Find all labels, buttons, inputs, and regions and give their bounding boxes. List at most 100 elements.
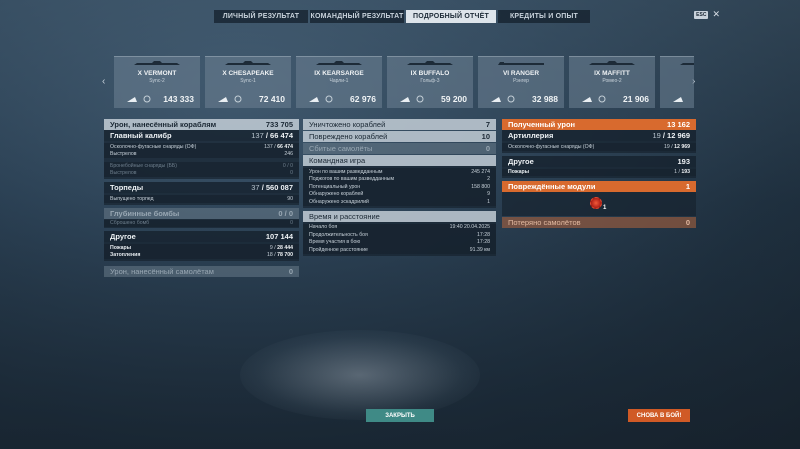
shots-label: Выстрелов xyxy=(110,151,137,158)
potential-damage-row: Потенциальный урон 158 800 xyxy=(303,183,496,191)
planes-lost-value: 0 xyxy=(685,218,690,227)
ship-name: VI RANGER xyxy=(502,70,540,77)
torpedoes-launched-value: 90 xyxy=(287,195,293,202)
ship-card[interactable]: X VERMONT Sync-2 143 333 xyxy=(114,56,200,108)
potential-damage-value: 158 800 xyxy=(471,183,490,190)
fires-label: Пожары xyxy=(110,244,132,251)
damage-to-ships-label: Урон, нанесённый кораблям xyxy=(110,120,217,129)
ap-shells-label: Бронебойные снаряды (ББ) xyxy=(110,162,177,169)
chevron-left-icon[interactable]: ‹ xyxy=(102,76,105,87)
damaged-module-gear-icon[interactable] xyxy=(590,197,602,209)
he-shells-total: 66 474 xyxy=(277,143,293,150)
destroyed-ships-carousel: X VERMONT Sync-2 143 333 X CHESAPEAKE Sy… xyxy=(114,56,694,108)
player-name: Ромео-2 xyxy=(602,78,622,84)
ship-card[interactable]: IX MAFFITT Ромео-2 21 906 xyxy=(569,56,655,108)
damage-icon xyxy=(218,97,228,102)
floods-hits: 18 xyxy=(267,252,273,259)
tab-bar: ЛИЧНЫЙ РЕЗУЛЬТАТ КОМАНДНЫЙ РЕЗУЛЬТАТ ПОД… xyxy=(214,10,590,23)
ship-name: X VERMONT xyxy=(137,70,177,77)
kill-medal-icon xyxy=(416,95,424,103)
planes-lost-label: Потеряно самолётов xyxy=(508,218,581,227)
spotting-damage-value: 245 274 xyxy=(471,168,490,175)
time-in-battle-row: Время участия в бою 17:28 xyxy=(303,238,496,246)
received-damage-panel: Полученный урон 13 162 Артиллерия 19 / 1… xyxy=(502,119,696,228)
damage-icon xyxy=(582,97,592,102)
floods-row: Затопления 18 / 78 700 xyxy=(104,251,299,259)
damage-to-planes-header: Урон, нанесённый самолётам 0 xyxy=(104,266,299,277)
close-icon[interactable]: ✕ xyxy=(712,10,720,19)
he-shells-hits: 137 xyxy=(264,143,273,150)
ship-silhouette-icon xyxy=(407,61,453,65)
received-fires-row: Пожары 1 / 193 xyxy=(502,168,696,176)
ships-spotted-value: 9 xyxy=(487,191,490,198)
tab-team-result[interactable]: КОМАНДНЫЙ РЕЗУЛЬТАТ xyxy=(310,10,404,23)
depth-charges-label: Глубинные бомбы xyxy=(110,208,180,218)
damaged-modules-header: Повреждённые модули 1 xyxy=(502,181,696,192)
torpedoes-label: Торпеды xyxy=(110,183,144,192)
ship-damage-value: 62 976 xyxy=(350,94,376,104)
team-and-time-panel: Уничтожено кораблей 7 Повреждено корабле… xyxy=(303,119,496,256)
tab-credits-xp[interactable]: КРЕДИТЫ И ОПЫТ xyxy=(498,10,590,23)
ships-damaged-value: 10 xyxy=(481,132,490,141)
damage-icon xyxy=(400,97,410,102)
player-name: Sync-1 xyxy=(240,78,256,84)
damaged-module-count: 1 xyxy=(603,205,607,211)
damage-to-ships-total: 733 705 xyxy=(265,120,293,129)
other-damage-label: Другое xyxy=(110,232,136,241)
damaged-modules-list: 1 xyxy=(502,192,696,216)
fires-total: 28 444 xyxy=(277,244,293,251)
bombs-dropped-value: 0 xyxy=(290,220,293,227)
ship-card[interactable]: IX BUFFALO Гольф-3 59 200 xyxy=(387,56,473,108)
torpedoes-header: Торпеды 37 / 560 087 xyxy=(104,182,299,193)
main-battery-header: Главный калибр 137 / 66 474 xyxy=(104,130,299,141)
ship-card-partial[interactable] xyxy=(660,56,694,108)
ap-shells-row: Бронебойные снаряды (ББ) 0 / 0 xyxy=(104,162,299,170)
ship-name: IX KEARSARGE xyxy=(314,70,364,77)
damage-to-planes-label: Урон, нанесённый самолётам xyxy=(110,267,214,276)
shots-value: 246 xyxy=(284,151,293,158)
received-damage-label: Полученный урон xyxy=(508,120,576,129)
artillery-hits: 19 xyxy=(652,131,661,140)
depth-charges-header: Глубинные бомбы 0 / 0 xyxy=(104,207,299,219)
squadrons-spotted-value: 1 xyxy=(487,198,490,205)
received-he-row: Осколочно-фугасные снаряды (ОФ) 19 / 12 … xyxy=(502,143,696,151)
planes-shot-value: 0 xyxy=(485,144,490,153)
received-fires-total: 193 xyxy=(681,169,690,176)
received-damage-value: 13 162 xyxy=(667,120,690,129)
fires-hits: 9 xyxy=(269,244,273,251)
tab-detailed-report[interactable]: ПОДРОБНЫЙ ОТЧЁТ xyxy=(406,10,496,23)
damage-dealt-panel: Урон, нанесённый кораблям 733 705 Главны… xyxy=(104,119,299,277)
shots-row: Выстрелов 246 xyxy=(104,150,299,158)
artillery-total: 12 969 xyxy=(667,131,690,140)
ship-card[interactable]: X CHESAPEAKE Sync-1 72 410 xyxy=(205,56,291,108)
ship-name: IX BUFFALO xyxy=(410,70,450,77)
ship-silhouette-icon xyxy=(680,63,694,65)
planes-shot-header: Сбитые самолёты 0 xyxy=(303,143,496,154)
ap-shots-label: Выстрелов xyxy=(110,170,137,177)
distance-row: Пройденное расстояние 91.39 км xyxy=(303,246,496,254)
tab-personal-result[interactable]: ЛИЧНЫЙ РЕЗУЛЬТАТ xyxy=(214,10,308,23)
torpedoes-launched-label: Выпущено торпед xyxy=(110,195,154,202)
time-in-battle-value: 17:28 xyxy=(477,239,490,246)
artillery-header: Артиллерия 19 / 12 969 xyxy=(502,130,696,141)
ap-shells-value: 0 / 0 xyxy=(282,162,293,169)
main-battery-hits: 137 xyxy=(251,131,264,140)
ship-silhouette-icon xyxy=(316,61,362,65)
bombs-dropped-label: Сброшено бомб xyxy=(110,220,150,227)
other-damage-total: 107 144 xyxy=(265,232,293,241)
kill-medal-icon xyxy=(234,95,242,103)
kill-medal-icon xyxy=(507,95,515,103)
ship-card[interactable]: VI RANGER Рэнгер 32 988 xyxy=(478,56,564,108)
spotting-fires-label: Поджогов по вашим разведданным xyxy=(309,176,395,183)
team-game-label: Командная игра xyxy=(309,156,366,165)
ship-damage-value: 32 988 xyxy=(532,94,558,104)
battle-again-button[interactable]: СНОВА В БОЙ! xyxy=(628,409,690,422)
ship-silhouette-icon xyxy=(498,62,544,65)
depth-charges-value: 0 / 0 xyxy=(278,208,293,218)
received-fires-hits: 1 xyxy=(674,169,678,176)
squadrons-spotted-label: Обнаружено эскадрилий xyxy=(309,198,369,205)
close-button[interactable]: ЗАКРЫТЬ xyxy=(366,409,434,422)
ship-card[interactable]: IX KEARSARGE Чарли-1 62 976 xyxy=(296,56,382,108)
ships-destroyed-value: 7 xyxy=(485,120,490,129)
planes-shot-label: Сбитые самолёты xyxy=(309,144,373,153)
